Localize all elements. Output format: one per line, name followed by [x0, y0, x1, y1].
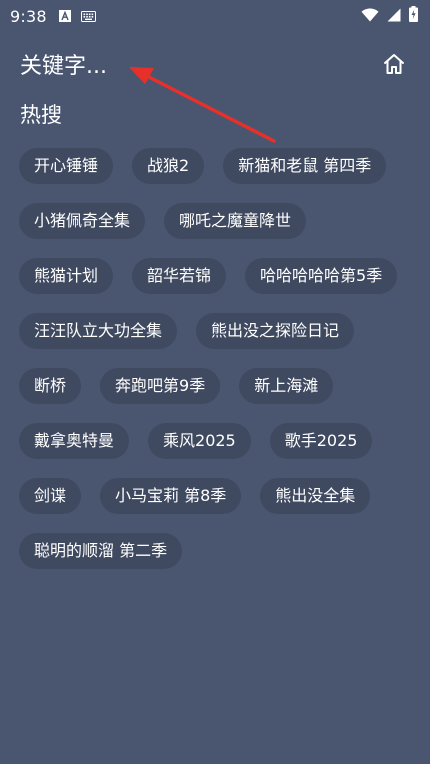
hot-search-tag[interactable]: 哪吒之魔童降世 [164, 203, 307, 239]
hot-search-tag[interactable]: 韶华若锦 [132, 258, 227, 294]
tag-row: 开心锤锤 战狼2 新猫和老鼠 第四季 [19, 148, 419, 184]
signal-icon [387, 7, 401, 26]
hot-search-title: 热搜 [20, 103, 62, 127]
hot-search-tags: 开心锤锤 战狼2 新猫和老鼠 第四季 小猪佩奇全集 哪吒之魔童降世 熊猫计划 韶华若锦 哈哈哈… [19, 148, 419, 569]
battery-icon [409, 6, 418, 26]
hot-search-tag[interactable]: 战狼2 [132, 148, 205, 184]
hot-search-tag[interactable]: 熊出没之探险日记 [196, 313, 355, 349]
tag-row: 剑谍 小马宝莉 第8季 熊出没全集 [19, 478, 419, 514]
search-input[interactable] [20, 53, 340, 79]
home-icon [382, 52, 406, 80]
hot-search-tag[interactable]: 聪明的顺溜 第二季 [19, 533, 183, 569]
hot-search-tag[interactable]: 奔跑吧第9季 [100, 368, 221, 404]
hot-search-tag[interactable]: 汪汪队立大功全集 [19, 313, 178, 349]
status-bar: 9:38 [0, 0, 430, 32]
tag-row: 戴拿奥特曼 乘风2025 歌手2025 [19, 423, 419, 459]
hot-search-tag[interactable]: 熊出没全集 [260, 478, 371, 514]
hot-search-tag[interactable]: 新猫和老鼠 第四季 [223, 148, 387, 184]
keyboard-icon [80, 7, 96, 26]
home-button[interactable] [378, 50, 410, 82]
status-time: 9:38 [10, 6, 47, 26]
hot-search-tag[interactable]: 开心锤锤 [19, 148, 114, 184]
hot-search-tag[interactable]: 小马宝莉 第8季 [100, 478, 242, 514]
wifi-icon [361, 7, 379, 26]
font-icon [58, 7, 71, 26]
status-right-icons [361, 6, 418, 26]
hot-search-tag[interactable]: 戴拿奥特曼 [19, 423, 130, 459]
hot-search-tag[interactable]: 哈哈哈哈哈第5季 [245, 258, 398, 294]
tag-row: 熊猫计划 韶华若锦 哈哈哈哈哈第5季 [19, 258, 419, 294]
status-left-icons [58, 7, 96, 26]
header [0, 46, 430, 86]
tag-row: 断桥 奔跑吧第9季 新上海滩 [19, 368, 419, 404]
hot-search-tag[interactable]: 断桥 [19, 368, 82, 404]
hot-search-tag[interactable]: 熊猫计划 [19, 258, 114, 294]
hot-search-tag[interactable]: 新上海滩 [239, 368, 334, 404]
hot-search-tag[interactable]: 剑谍 [19, 478, 82, 514]
tag-row: 汪汪队立大功全集 熊出没之探险日记 [19, 313, 419, 349]
hot-search-tag[interactable]: 小猪佩奇全集 [19, 203, 146, 239]
hot-search-tag[interactable]: 乘风2025 [148, 423, 251, 459]
hot-search-tag[interactable]: 歌手2025 [269, 423, 373, 459]
tag-row: 小猪佩奇全集 哪吒之魔童降世 [19, 203, 419, 239]
tag-row: 聪明的顺溜 第二季 [19, 533, 419, 569]
